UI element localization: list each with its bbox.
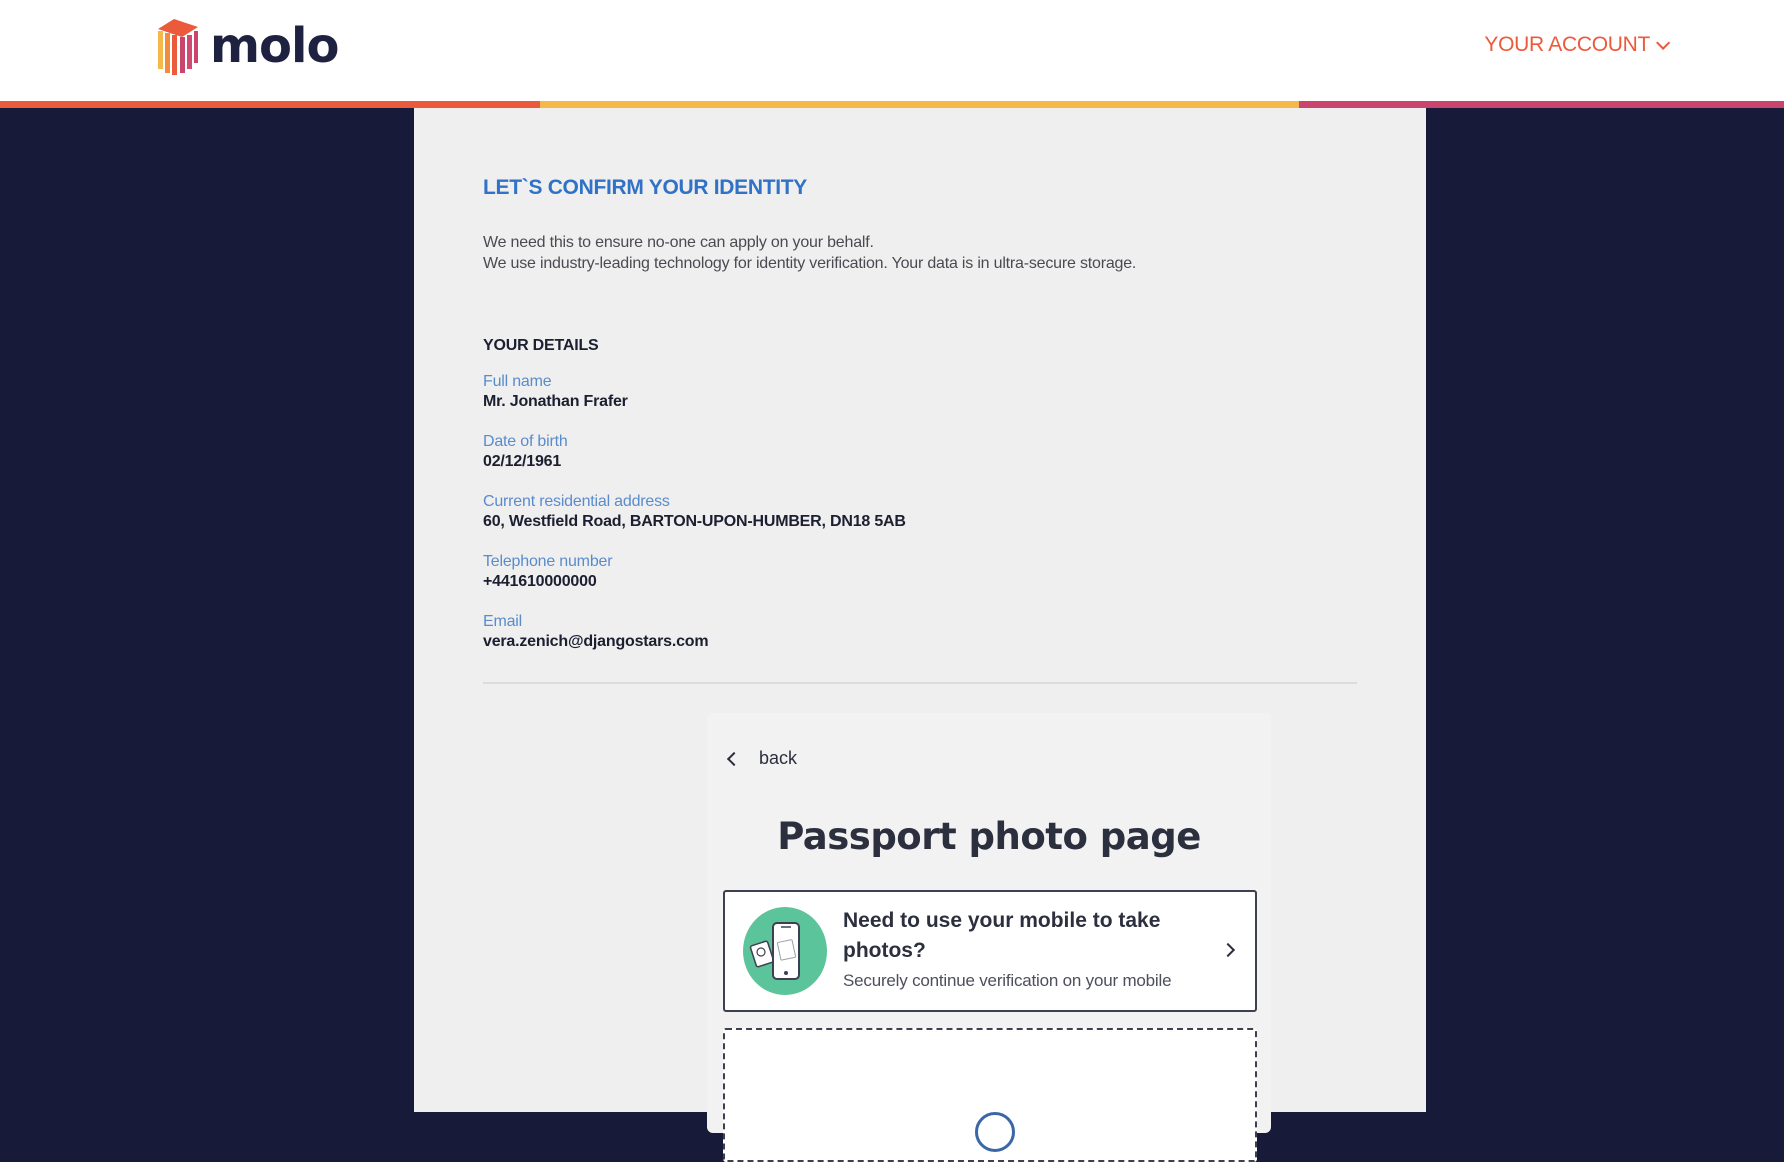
intro-line-1: We need this to ensure no-one can apply … xyxy=(483,234,874,251)
stripe-orange xyxy=(0,101,540,108)
verification-widget: back Passport photo page Need to use you… xyxy=(707,713,1271,1162)
field-value: 02/12/1961 xyxy=(483,453,562,470)
upload-dropzone[interactable] xyxy=(723,1028,1257,1162)
field-value: +441610000000 xyxy=(483,573,597,590)
detail-address: Current residential address 60, Westfiel… xyxy=(483,492,906,532)
page-title: LET`S CONFIRM YOUR IDENTITY xyxy=(483,176,808,199)
field-label: Telephone number xyxy=(483,553,613,570)
intro-text: We need this to ensure no-one can apply … xyxy=(483,232,1136,274)
field-label: Email xyxy=(483,613,523,630)
your-details-heading: YOUR DETAILS xyxy=(483,337,599,354)
stripe-yellow xyxy=(540,101,1299,108)
account-label: YOUR ACCOUNT xyxy=(1484,33,1650,56)
section-divider xyxy=(483,682,1357,684)
field-label: Current residential address xyxy=(483,493,670,510)
field-value: Mr. Jonathan Frafer xyxy=(483,393,628,410)
field-value: 60, Westfield Road, BARTON-UPON-HUMBER, … xyxy=(483,513,906,530)
use-mobile-button[interactable]: Need to use your mobile to take photos? … xyxy=(723,890,1257,1012)
identity-panel: LET`S CONFIRM YOUR IDENTITY We need this… xyxy=(414,108,1426,1162)
field-value: vera.zenich@djangostars.com xyxy=(483,633,709,650)
brand-stripe xyxy=(0,101,1784,108)
detail-telephone: Telephone number +441610000000 xyxy=(483,552,613,592)
your-account-menu[interactable]: YOUR ACCOUNT xyxy=(1484,33,1671,57)
field-label: Full name xyxy=(483,373,552,390)
field-label: Date of birth xyxy=(483,433,568,450)
chevron-left-icon xyxy=(726,751,742,766)
molo-logo-icon xyxy=(158,19,198,75)
mobile-card-subtitle: Securely continue verification on your m… xyxy=(843,971,1172,990)
chevron-right-icon xyxy=(1220,942,1236,958)
document-title: Passport photo page xyxy=(777,815,1201,858)
chevron-down-icon xyxy=(1656,35,1671,50)
back-button[interactable]: back xyxy=(725,748,797,769)
detail-email: Email vera.zenich@djangostars.com xyxy=(483,612,709,652)
detail-date-of-birth: Date of birth 02/12/1961 xyxy=(483,432,568,472)
upload-icon xyxy=(975,1112,1015,1152)
back-label: back xyxy=(759,748,798,768)
top-header: molo YOUR ACCOUNT xyxy=(0,0,1784,101)
molo-logo[interactable]: molo xyxy=(150,16,339,76)
intro-line-2: We use industry-leading technology for i… xyxy=(483,255,1137,272)
detail-full-name: Full name Mr. Jonathan Frafer xyxy=(483,372,628,412)
mobile-card-title: Need to use your mobile to take photos? xyxy=(843,909,1161,962)
stripe-pink xyxy=(1299,101,1784,108)
mobile-phone-icon xyxy=(743,907,827,995)
logo-text: molo xyxy=(210,18,339,74)
